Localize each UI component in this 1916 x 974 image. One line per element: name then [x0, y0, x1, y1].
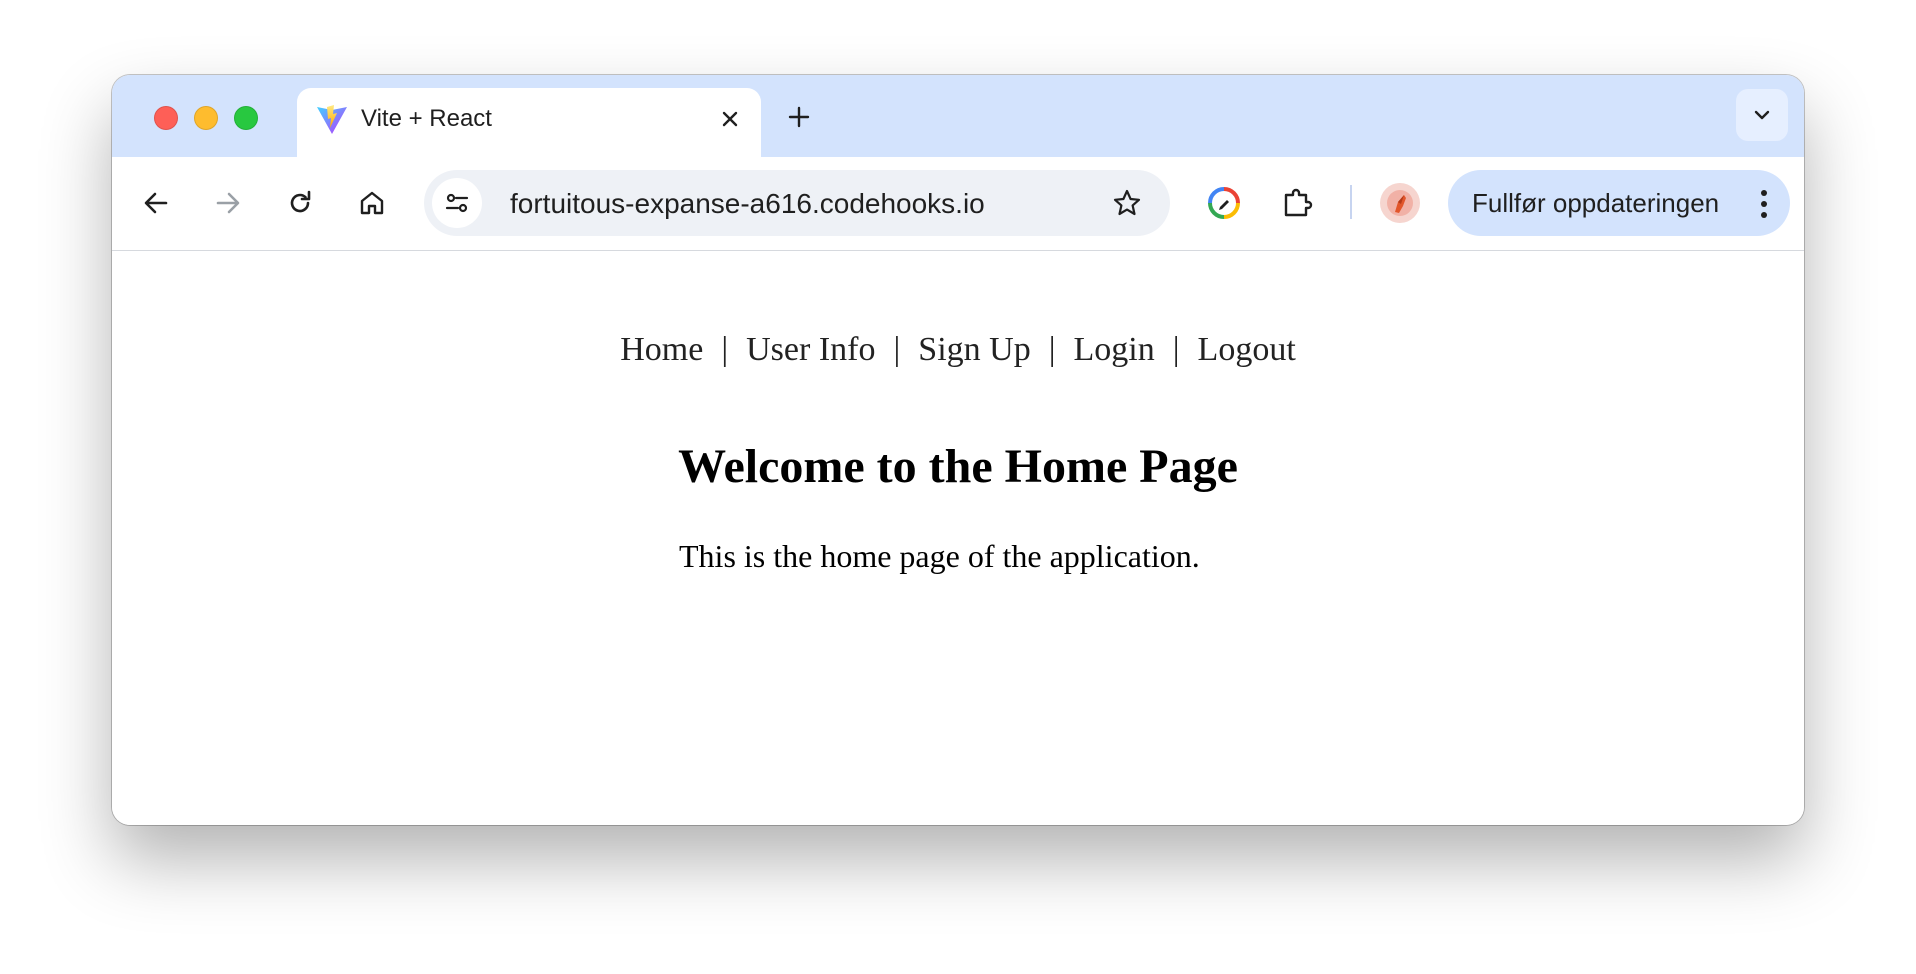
- tab-strip: Vite + React: [112, 75, 1804, 157]
- back-button[interactable]: [133, 180, 179, 226]
- vertical-dots-icon[interactable]: [1754, 184, 1774, 224]
- forward-button[interactable]: [205, 180, 251, 226]
- reload-icon: [290, 190, 311, 213]
- profile-button[interactable]: [1377, 180, 1423, 226]
- home-icon: [360, 191, 384, 215]
- nav-link-sign-up[interactable]: Sign Up: [918, 331, 1030, 368]
- nav-link-user-info[interactable]: User Info: [746, 331, 875, 368]
- url-text[interactable]: fortuitous-expanse-a616.codehooks.io: [510, 188, 985, 220]
- new-tab-button[interactable]: [777, 95, 821, 139]
- tab-vite-react[interactable]: Vite + React: [297, 88, 761, 157]
- close-window-button[interactable]: [154, 106, 178, 130]
- reload-button[interactable]: [277, 180, 323, 226]
- nav-separator: |: [1172, 331, 1180, 368]
- nav-link-login[interactable]: Login: [1074, 331, 1155, 368]
- tab-title: Vite + React: [361, 105, 492, 132]
- tune-icon: [445, 193, 469, 213]
- home-button[interactable]: [349, 180, 395, 226]
- vite-logo-icon: [315, 102, 349, 136]
- star-icon: [1113, 189, 1141, 216]
- site-info-button[interactable]: [432, 178, 482, 228]
- address-bar[interactable]: fortuitous-expanse-a616.codehooks.io: [424, 170, 1170, 236]
- update-chrome-button[interactable]: Fullfør oppdateringen: [1448, 170, 1790, 236]
- google-lens-icon: [1208, 187, 1240, 219]
- update-button-label: Fullfør oppdateringen: [1472, 188, 1720, 218]
- page-description: This is the home page of the application…: [679, 538, 1200, 574]
- avatar: [1380, 183, 1420, 223]
- page-content: Home | User Info | Sign Up | Login | Logout Welc…: [112, 251, 1804, 825]
- nav-separator: |: [1048, 331, 1056, 368]
- puzzle-icon: [1284, 188, 1313, 217]
- chevron-down-icon: [1754, 110, 1770, 120]
- browser-window: Vite + React fortuitous-expanse-a616.cod…: [112, 75, 1804, 825]
- toolbar-divider: [1350, 185, 1352, 219]
- browser-toolbar: fortuitous-expanse-a616.codehooks.io Ful…: [112, 157, 1804, 251]
- nav-link-home[interactable]: Home: [620, 331, 703, 368]
- tab-search-button[interactable]: [1736, 89, 1788, 141]
- top-nav: Home | User Info | Sign Up | Login | Logout: [112, 331, 1804, 369]
- arrow-right-icon: [216, 192, 240, 214]
- page-title: Welcome to the Home Page: [678, 440, 1238, 493]
- arrow-left-icon: [144, 192, 168, 214]
- nav-separator: |: [893, 331, 901, 368]
- google-lens-button[interactable]: [1201, 180, 1247, 226]
- minimize-window-button[interactable]: [194, 106, 218, 130]
- nav-link-logout[interactable]: Logout: [1198, 331, 1296, 368]
- bookmark-button[interactable]: [1104, 180, 1150, 226]
- tab-close-icon[interactable]: [713, 102, 747, 136]
- maximize-window-button[interactable]: [234, 106, 258, 130]
- extensions-button[interactable]: [1274, 180, 1320, 226]
- nav-separator: |: [721, 331, 729, 368]
- plus-icon: [788, 106, 810, 128]
